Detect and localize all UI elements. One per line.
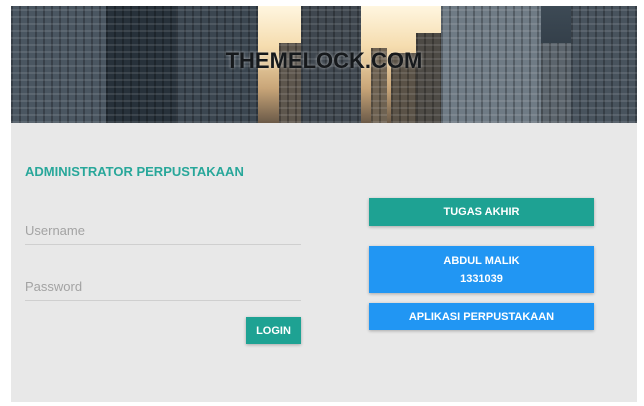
author-button[interactable]: ABDUL MALIK 1331039 <box>369 246 594 293</box>
login-panel: THEMELOCK.COM ADMINISTRATOR PERPUSTAKAAN… <box>11 6 637 402</box>
author-nim: 1331039 <box>460 272 503 285</box>
password-input[interactable] <box>25 272 301 301</box>
login-button[interactable]: LOGIN <box>246 317 301 344</box>
aplikasi-perpustakaan-button[interactable]: APLIKASI PERPUSTAKAAN <box>369 303 594 330</box>
author-name: ABDUL MALIK <box>443 254 520 267</box>
username-input[interactable] <box>25 216 301 245</box>
page-title: ADMINISTRATOR PERPUSTAKAAN <box>25 164 244 179</box>
tugas-akhir-button[interactable]: TUGAS AKHIR <box>369 198 594 226</box>
header-banner-image: THEMELOCK.COM <box>11 6 637 123</box>
banner-watermark: THEMELOCK.COM <box>225 48 423 73</box>
